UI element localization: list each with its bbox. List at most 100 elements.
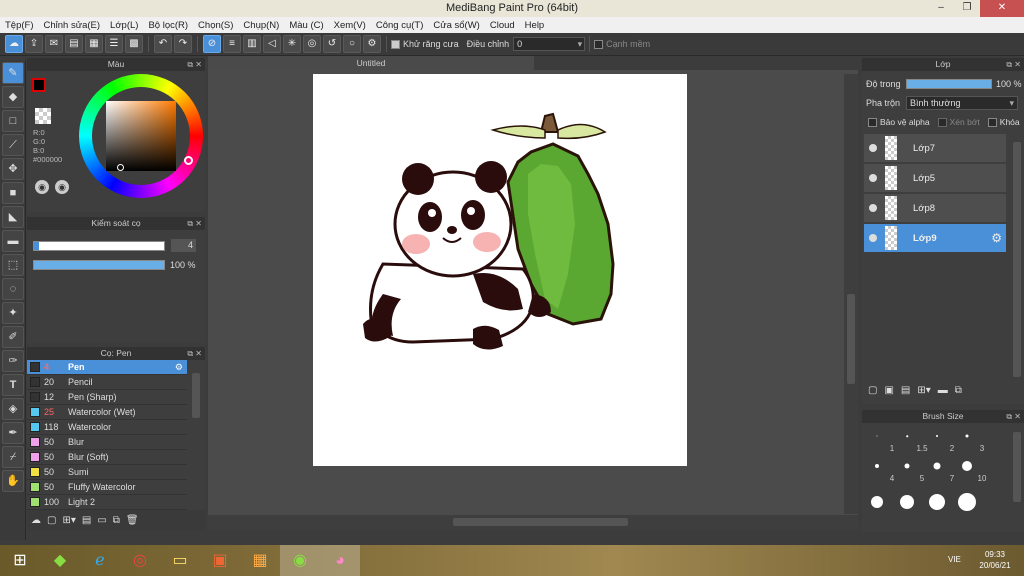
fill-rect-tool-icon[interactable]: ■ <box>2 182 24 204</box>
menu-cloud[interactable]: Cloud <box>485 20 520 31</box>
select-eraser-tool-icon[interactable]: ✑ <box>2 350 24 372</box>
brush-item[interactable]: 12 Pen (Sharp) <box>27 390 187 405</box>
brush-size-option[interactable] <box>862 484 892 514</box>
menu-snap[interactable]: Chụp(N) <box>238 20 284 31</box>
clock[interactable]: 09:33 20/06/21 <box>972 549 1018 571</box>
brush-size-option[interactable]: 1 <box>862 424 894 454</box>
edge-checkbox[interactable] <box>594 39 604 49</box>
drawing-canvas[interactable] <box>313 74 687 466</box>
brush-size-option[interactable]: 5 <box>892 454 924 484</box>
add-brush-icon[interactable]: ⊞▾ <box>62 515 75 526</box>
eye-icon[interactable] <box>869 174 877 182</box>
hue-ring[interactable] <box>79 74 203 198</box>
menu-help[interactable]: Help <box>520 20 550 31</box>
language-indicator[interactable]: VIE <box>948 555 961 564</box>
rectangle-tool-icon[interactable]: □ <box>2 110 24 132</box>
brush-item[interactable]: 4 Pen ⚙ <box>27 360 187 375</box>
pen-tool-icon[interactable]: ✎ <box>2 62 24 84</box>
menu-filter[interactable]: Bộ lọc(R) <box>143 20 193 31</box>
menu-tools[interactable]: Công cụ(T) <box>371 20 429 31</box>
dropper-tool-icon[interactable]: ✒ <box>2 422 24 444</box>
brush-size-option[interactable]: 7 <box>922 454 954 484</box>
brush-settings-icon[interactable]: ▤ <box>82 515 91 526</box>
antialias-checkbox[interactable] <box>391 39 400 49</box>
eye-icon[interactable] <box>869 204 877 212</box>
close-icon[interactable]: ✕ <box>980 0 1024 17</box>
select-pen-tool-icon[interactable]: ✐ <box>2 326 24 348</box>
snap-curve-icon[interactable]: ↺ <box>323 35 341 53</box>
gear-icon[interactable]: ⚙ <box>175 360 183 375</box>
brush-item[interactable]: 50 Blur <box>27 435 187 450</box>
snap-perspective-icon[interactable]: ◁ <box>263 35 281 53</box>
canvas-vertical-scrollbar[interactable] <box>844 74 858 514</box>
menu-file[interactable]: Tệp(F) <box>0 20 39 31</box>
cloud-download-icon[interactable]: ☁ <box>31 515 41 526</box>
bluestacks-icon[interactable]: ◆ <box>40 545 80 576</box>
brush-item[interactable]: 50 Sumi <box>27 465 187 480</box>
menu-select[interactable]: Chọn(S) <box>193 20 238 31</box>
app-grid-icon[interactable]: ▦ <box>240 545 280 576</box>
brush-size-option[interactable] <box>922 484 952 514</box>
duplicate-icon[interactable]: ⧉ <box>113 515 120 526</box>
list-icon[interactable]: ☰ <box>105 35 123 53</box>
powerpoint-icon[interactable]: ▣ <box>200 545 240 576</box>
transparent-color-swatch[interactable] <box>35 108 51 124</box>
magic-wand-tool-icon[interactable]: ✦ <box>2 302 24 324</box>
redo-icon[interactable]: ↷ <box>174 35 192 53</box>
menu-edit[interactable]: Chỉnh sửa(E) <box>39 20 106 31</box>
brush-size-option[interactable]: 2 <box>922 424 954 454</box>
comment-icon[interactable]: ✉ <box>45 35 63 53</box>
add-layer-menu-icon[interactable]: ⊞▾ <box>917 385 930 396</box>
protect-alpha-checkbox[interactable] <box>868 117 877 127</box>
eraser-tool-icon[interactable]: ◆ <box>2 86 24 108</box>
layer-item[interactable]: Lớp7 <box>864 134 1006 162</box>
snap-settings-icon[interactable]: ⚙ <box>363 35 381 53</box>
snap-radial-icon[interactable]: ✳ <box>283 35 301 53</box>
menu-window[interactable]: Cửa sổ(W) <box>428 20 484 31</box>
chrome-icon[interactable]: ◎ <box>120 545 160 576</box>
select-rect-tool-icon[interactable]: ⬚ <box>2 254 24 276</box>
adjust-input[interactable]: 0 ▾ <box>513 37 586 51</box>
brush-size-option[interactable]: 4 <box>862 454 894 484</box>
brush-size-option[interactable]: 3 <box>952 424 984 454</box>
duplicate-layer-icon[interactable]: ⧉ <box>955 385 962 396</box>
lock-checkbox[interactable] <box>987 117 997 127</box>
new-halftone-layer-icon[interactable]: ▣ <box>884 385 893 396</box>
brush-size-option[interactable]: 1.5 <box>892 424 928 454</box>
new-layer-icon[interactable]: ▢ <box>868 385 877 396</box>
app-green-icon[interactable]: ◉ <box>280 545 320 576</box>
brush-item[interactable]: 100 Light 2 <box>27 495 187 510</box>
brush-size-option[interactable]: 10 <box>952 454 986 484</box>
folder-icon[interactable]: ▭ <box>97 515 106 526</box>
panel-menu-icon[interactable]: ⧉ ✕ <box>1006 58 1021 71</box>
eyedropper-tool-icon[interactable]: ⌿ <box>2 446 24 468</box>
brush-item[interactable]: 50 Fluffy Watercolor <box>27 480 187 495</box>
snap-concentric-icon[interactable]: ◎ <box>303 35 321 53</box>
panel-menu-icon[interactable]: ⧉ ✕ <box>187 347 202 360</box>
saturation-value-square[interactable] <box>106 101 176 171</box>
blend-mode-select[interactable]: Bình thường ▾ <box>906 96 1018 110</box>
menu-color[interactable]: Màu (C) <box>284 20 328 31</box>
menu-view[interactable]: Xem(V) <box>329 20 371 31</box>
brush-item[interactable]: 50 Blur (Soft) <box>27 450 187 465</box>
cloud-icon[interactable]: ☁ <box>5 35 23 53</box>
brush-size-slider[interactable] <box>33 241 165 251</box>
brush-opacity-slider[interactable] <box>33 260 165 270</box>
chat-icon[interactable]: ▤ <box>65 35 83 53</box>
panel-menu-icon[interactable]: ⧉ ✕ <box>187 217 202 230</box>
file-explorer-icon[interactable]: ▭ <box>160 545 200 576</box>
palette-icon[interactable]: ◉ <box>35 180 49 194</box>
folder-icon[interactable]: ▬ <box>938 385 948 396</box>
snap-off-icon[interactable]: ⊘ <box>203 35 221 53</box>
brush-size-scrollbar[interactable] <box>1013 432 1021 502</box>
panel-tool-icon[interactable]: ◈ <box>2 398 24 420</box>
gear-icon[interactable]: ⚙ <box>991 231 1002 245</box>
brush-item[interactable]: 20 Pencil <box>27 375 187 390</box>
new-brush-icon[interactable]: ▢ <box>47 515 56 526</box>
gradient-tool-icon[interactable]: ▬ <box>2 230 24 252</box>
brush-size-option[interactable] <box>952 484 982 514</box>
layer-item[interactable]: Lớp9 ⚙ <box>864 224 1006 252</box>
snap-grid-icon[interactable]: ▥ <box>243 35 261 53</box>
eye-icon[interactable] <box>869 234 877 242</box>
ie-browser-icon[interactable]: ℯ <box>80 545 120 576</box>
